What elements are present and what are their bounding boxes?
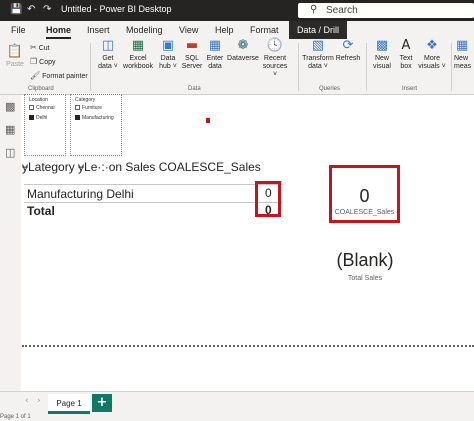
tab-home[interactable]: Home <box>46 25 72 39</box>
get-data-button[interactable]: ◫ Get data ˅ <box>95 39 121 71</box>
copy-icon: ❐ <box>30 57 38 66</box>
checkbox-checked-icon <box>29 115 34 120</box>
recent-sources-button[interactable]: 🕓 Recent sources ˅ <box>260 39 290 79</box>
divider <box>366 43 367 91</box>
tab-data-drill[interactable]: Data / Drill <box>289 21 348 39</box>
tab-view[interactable]: View <box>179 25 198 35</box>
checkbox-icon <box>75 105 80 110</box>
format-painter-label: Format painter <box>42 73 88 80</box>
view-switcher: ▩ ▦ ◫ <box>0 95 21 406</box>
divider <box>24 184 282 185</box>
transform-icon: ▧ <box>311 38 325 53</box>
category-slicer[interactable]: Category Furniture Manufacturing <box>70 94 122 156</box>
bar-chart-icon: ▩ <box>375 38 389 53</box>
search-placeholder: Search <box>326 5 358 16</box>
new-measure-button[interactable]: ▦ New meas <box>454 39 474 71</box>
recent-sources-icon: 🕓 <box>266 38 284 53</box>
save-icon[interactable]: 💾 <box>10 3 22 17</box>
window-title: Untitled - Power BI Desktop <box>61 4 172 14</box>
checkbox-checked-icon <box>75 115 80 120</box>
copy-label: Copy <box>39 59 56 66</box>
copy-button[interactable]: ❐ Copy <box>30 58 56 67</box>
calculator-icon: ▦ <box>456 38 469 53</box>
slicer-header: Location <box>29 97 48 103</box>
coalesce-card-label: COALESCE_Sales <box>334 209 395 216</box>
title-bar: 💾 ↶ ↷ Untitled - Power BI Desktop ⚲ Sear… <box>0 0 474 21</box>
table-total-label: Total <box>27 204 55 218</box>
refresh-icon: ⟳ <box>342 38 354 53</box>
tab-format[interactable]: Format <box>250 25 279 35</box>
more-visuals-button[interactable]: ❖ More visuals ˅ <box>417 39 447 71</box>
slicer-header: Category <box>75 97 96 103</box>
total-sales-card-value: (Blank) <box>336 250 394 270</box>
prev-page-icon[interactable]: ‹ <box>25 396 29 406</box>
divider <box>24 202 282 203</box>
slicer-option-chennai[interactable]: Chennai <box>29 105 55 111</box>
data-hub-icon: ▣ <box>161 38 175 53</box>
enter-data-button[interactable]: ▦ Enter data <box>204 39 226 71</box>
next-page-icon[interactable]: › <box>37 396 41 406</box>
location-slicer[interactable]: Location Chennai Delhi <box>24 94 66 156</box>
cut-button[interactable]: ✂ Cut <box>30 44 50 53</box>
divider <box>298 43 299 91</box>
dataverse-icon: ❁ <box>237 38 249 53</box>
brush-icon: 🖌 <box>30 71 41 80</box>
scissors-icon: ✂ <box>30 43 37 52</box>
tab-help[interactable]: Help <box>215 25 234 35</box>
model-view-icon[interactable]: ◫ <box>5 146 15 159</box>
red-marker <box>206 118 210 123</box>
table-row-value: 0 <box>265 186 272 200</box>
ribbon: 📋 Paste ✂ Cut ❐ Copy 🖌 Format painter Clipb… <box>0 39 474 95</box>
sql-server-button[interactable]: ▬ SQL Server <box>180 39 204 71</box>
text-box-button[interactable]: A Text box <box>395 39 417 71</box>
tab-insert[interactable]: Insert <box>87 25 110 35</box>
divider <box>451 43 452 91</box>
table-header-overlapping: ɏLategory ɏLe·:·on Sales COALESCE_Sales <box>22 160 261 174</box>
add-page-button[interactable]: + <box>92 394 112 412</box>
page-tab-1[interactable]: Page 1 <box>48 394 90 414</box>
redo-icon[interactable]: ↷ <box>43 3 51 17</box>
table-view-icon[interactable]: ▦ <box>5 123 15 136</box>
new-visual-button[interactable]: ▩ New visual <box>370 39 394 71</box>
data-hub-button[interactable]: ▣ Data hub ˅ <box>155 39 181 71</box>
page-boundary-line <box>22 345 474 347</box>
clipboard-group-label: Clipboard <box>28 86 54 92</box>
search-box[interactable]: ⚲ Search <box>298 3 474 18</box>
table-total-value: 0 <box>265 203 272 217</box>
paste-label: Paste <box>6 61 24 68</box>
cut-label: Cut <box>38 45 50 52</box>
paste-button[interactable]: 📋 Paste <box>4 45 26 69</box>
checkbox-icon <box>29 105 34 110</box>
insert-group-label: Insert <box>402 86 418 92</box>
server-icon: ▬ <box>185 38 199 53</box>
transform-data-button[interactable]: ▧ Transform data ˅ <box>301 39 335 71</box>
excel-icon: ▦ <box>131 38 145 53</box>
dataverse-button[interactable]: ❁ Dataverse <box>226 39 260 63</box>
slicer-option-delhi[interactable]: Delhi <box>29 115 47 121</box>
refresh-button[interactable]: ⟳ Refresh <box>335 39 361 63</box>
table-row-label: Manufacturing Delhi <box>27 187 134 201</box>
status-page-count: Page 1 of 1 <box>0 414 31 420</box>
paste-icon: 📋 <box>6 44 24 59</box>
tab-modeling[interactable]: Modeling <box>126 25 163 35</box>
slicer-option-manufacturing[interactable]: Manufacturing <box>75 115 114 121</box>
data-group-label: Data <box>188 86 201 92</box>
excel-workbook-button[interactable]: ▦ Excel workbook <box>121 39 155 71</box>
total-sales-card-label: Total Sales <box>347 275 383 282</box>
database-icon: ◫ <box>101 38 115 53</box>
more-visuals-icon: ❖ <box>426 38 438 53</box>
undo-icon[interactable]: ↶ <box>27 3 35 17</box>
format-painter-button[interactable]: 🖌 Format painter <box>30 72 88 81</box>
slicer-option-furniture[interactable]: Furniture <box>75 105 102 111</box>
tab-file[interactable]: File <box>11 25 26 35</box>
coalesce-card-value: 0 <box>359 186 370 206</box>
ribbon-tabs: File Home Insert Modeling View Help Form… <box>0 21 474 39</box>
divider <box>90 43 91 91</box>
search-icon: ⚲ <box>310 4 318 15</box>
table-icon: ▦ <box>208 38 222 53</box>
queries-group-label: Queries <box>319 86 341 92</box>
text-box-icon: A <box>401 38 411 53</box>
report-view-icon[interactable]: ▩ <box>5 100 15 113</box>
